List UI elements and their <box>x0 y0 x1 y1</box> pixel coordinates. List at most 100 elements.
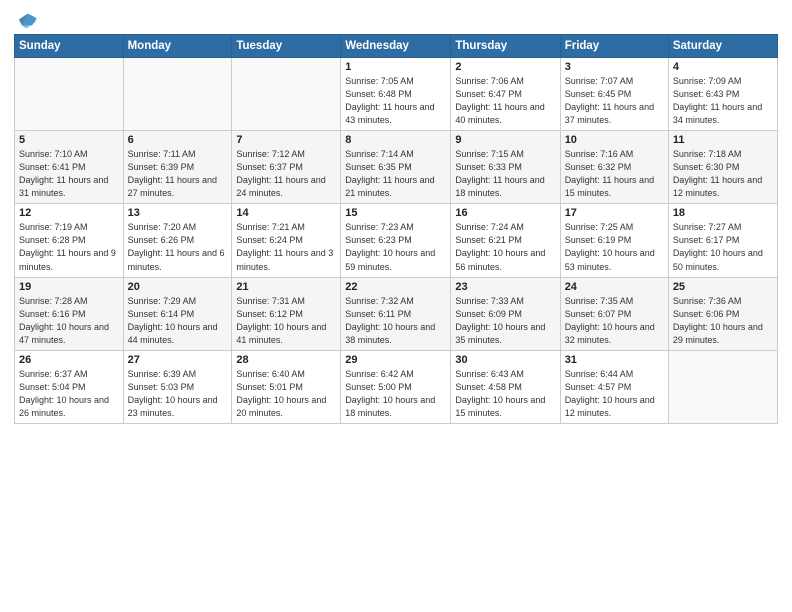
weekday-header-row: SundayMondayTuesdayWednesdayThursdayFrid… <box>15 35 778 58</box>
calendar-cell: 23 Sunrise: 7:33 AM Sunset: 6:09 PM Dayli… <box>451 277 560 350</box>
day-number: 28 <box>236 354 336 366</box>
day-info: Sunrise: 7:10 AM Sunset: 6:41 PM Dayligh… <box>19 148 119 200</box>
day-number: 2 <box>455 61 555 73</box>
day-number: 18 <box>673 207 773 219</box>
day-info: Sunrise: 7:25 AM Sunset: 6:19 PM Dayligh… <box>565 221 664 273</box>
calendar-cell: 16 Sunrise: 7:24 AM Sunset: 6:21 PM Dayli… <box>451 204 560 277</box>
day-info: Sunrise: 6:43 AM Sunset: 4:58 PM Dayligh… <box>455 368 555 420</box>
day-number: 21 <box>236 281 336 293</box>
day-info: Sunrise: 7:05 AM Sunset: 6:48 PM Dayligh… <box>345 75 446 127</box>
calendar-cell <box>232 58 341 131</box>
calendar-cell <box>15 58 124 131</box>
day-info: Sunrise: 7:27 AM Sunset: 6:17 PM Dayligh… <box>673 221 773 273</box>
calendar-cell: 11 Sunrise: 7:18 AM Sunset: 6:30 PM Dayli… <box>668 131 777 204</box>
calendar-cell: 19 Sunrise: 7:28 AM Sunset: 6:16 PM Dayli… <box>15 277 124 350</box>
day-number: 31 <box>565 354 664 366</box>
day-info: Sunrise: 7:24 AM Sunset: 6:21 PM Dayligh… <box>455 221 555 273</box>
calendar-cell: 26Sunrise: 6:37 AM Sunset: 5:04 PM Dayli… <box>15 350 124 423</box>
calendar-week-row: 5 Sunrise: 7:10 AM Sunset: 6:41 PM Daylig… <box>15 131 778 204</box>
calendar-cell: 2 Sunrise: 7:06 AM Sunset: 6:47 PM Daylig… <box>451 58 560 131</box>
calendar-cell: 15 Sunrise: 7:23 AM Sunset: 6:23 PM Dayli… <box>341 204 451 277</box>
day-number: 15 <box>345 207 446 219</box>
calendar-cell <box>123 58 232 131</box>
day-info: Sunrise: 6:42 AM Sunset: 5:00 PM Dayligh… <box>345 368 446 420</box>
day-number: 5 <box>19 134 119 146</box>
day-number: 30 <box>455 354 555 366</box>
header <box>14 10 778 28</box>
calendar-cell <box>668 350 777 423</box>
day-number: 11 <box>673 134 773 146</box>
weekday-header-friday: Friday <box>560 35 668 58</box>
calendar-week-row: 26Sunrise: 6:37 AM Sunset: 5:04 PM Dayli… <box>15 350 778 423</box>
day-info: Sunrise: 7:18 AM Sunset: 6:30 PM Dayligh… <box>673 148 773 200</box>
day-info: Sunrise: 7:32 AM Sunset: 6:11 PM Dayligh… <box>345 295 446 347</box>
logo-icon <box>16 10 38 32</box>
weekday-header-saturday: Saturday <box>668 35 777 58</box>
day-info: Sunrise: 7:31 AM Sunset: 6:12 PM Dayligh… <box>236 295 336 347</box>
day-number: 26 <box>19 354 119 366</box>
day-info: Sunrise: 7:06 AM Sunset: 6:47 PM Dayligh… <box>455 75 555 127</box>
day-number: 25 <box>673 281 773 293</box>
calendar-table: SundayMondayTuesdayWednesdayThursdayFrid… <box>14 34 778 424</box>
calendar-cell: 1Sunrise: 7:05 AM Sunset: 6:48 PM Daylig… <box>341 58 451 131</box>
day-info: Sunrise: 7:09 AM Sunset: 6:43 PM Dayligh… <box>673 75 773 127</box>
weekday-header-tuesday: Tuesday <box>232 35 341 58</box>
day-number: 29 <box>345 354 446 366</box>
logo <box>14 10 38 28</box>
calendar-cell: 20 Sunrise: 7:29 AM Sunset: 6:14 PM Dayli… <box>123 277 232 350</box>
weekday-header-sunday: Sunday <box>15 35 124 58</box>
day-number: 27 <box>128 354 228 366</box>
day-number: 24 <box>565 281 664 293</box>
day-info: Sunrise: 7:07 AM Sunset: 6:45 PM Dayligh… <box>565 75 664 127</box>
calendar-cell: 8 Sunrise: 7:14 AM Sunset: 6:35 PM Daylig… <box>341 131 451 204</box>
calendar-cell: 24 Sunrise: 7:35 AM Sunset: 6:07 PM Dayli… <box>560 277 668 350</box>
calendar-cell: 27 Sunrise: 6:39 AM Sunset: 5:03 PM Dayli… <box>123 350 232 423</box>
calendar-cell: 4 Sunrise: 7:09 AM Sunset: 6:43 PM Daylig… <box>668 58 777 131</box>
calendar-week-row: 19 Sunrise: 7:28 AM Sunset: 6:16 PM Dayli… <box>15 277 778 350</box>
calendar-cell: 5 Sunrise: 7:10 AM Sunset: 6:41 PM Daylig… <box>15 131 124 204</box>
calendar-cell: 17Sunrise: 7:25 AM Sunset: 6:19 PM Dayli… <box>560 204 668 277</box>
day-number: 10 <box>565 134 664 146</box>
day-number: 9 <box>455 134 555 146</box>
calendar-cell: 28 Sunrise: 6:40 AM Sunset: 5:01 PM Dayli… <box>232 350 341 423</box>
calendar-cell: 29 Sunrise: 6:42 AM Sunset: 5:00 PM Dayli… <box>341 350 451 423</box>
day-info: Sunrise: 7:29 AM Sunset: 6:14 PM Dayligh… <box>128 295 228 347</box>
day-info: Sunrise: 7:35 AM Sunset: 6:07 PM Dayligh… <box>565 295 664 347</box>
day-number: 12 <box>19 207 119 219</box>
day-info: Sunrise: 7:21 AM Sunset: 6:24 PM Dayligh… <box>236 221 336 273</box>
calendar-cell: 7Sunrise: 7:12 AM Sunset: 6:37 PM Daylig… <box>232 131 341 204</box>
calendar-cell: 12 Sunrise: 7:19 AM Sunset: 6:28 PM Dayli… <box>15 204 124 277</box>
calendar-cell: 10 Sunrise: 7:16 AM Sunset: 6:32 PM Dayli… <box>560 131 668 204</box>
day-info: Sunrise: 7:28 AM Sunset: 6:16 PM Dayligh… <box>19 295 119 347</box>
day-info: Sunrise: 7:23 AM Sunset: 6:23 PM Dayligh… <box>345 221 446 273</box>
calendar-cell: 30 Sunrise: 6:43 AM Sunset: 4:58 PM Dayli… <box>451 350 560 423</box>
day-number: 13 <box>128 207 228 219</box>
day-info: Sunrise: 7:20 AM Sunset: 6:26 PM Dayligh… <box>128 221 228 273</box>
day-info: Sunrise: 7:33 AM Sunset: 6:09 PM Dayligh… <box>455 295 555 347</box>
day-number: 7 <box>236 134 336 146</box>
day-number: 8 <box>345 134 446 146</box>
day-info: Sunrise: 6:39 AM Sunset: 5:03 PM Dayligh… <box>128 368 228 420</box>
day-info: Sunrise: 7:14 AM Sunset: 6:35 PM Dayligh… <box>345 148 446 200</box>
day-number: 4 <box>673 61 773 73</box>
weekday-header-thursday: Thursday <box>451 35 560 58</box>
calendar-week-row: 1Sunrise: 7:05 AM Sunset: 6:48 PM Daylig… <box>15 58 778 131</box>
day-info: Sunrise: 7:36 AM Sunset: 6:06 PM Dayligh… <box>673 295 773 347</box>
day-info: Sunrise: 6:44 AM Sunset: 4:57 PM Dayligh… <box>565 368 664 420</box>
calendar-cell: 18 Sunrise: 7:27 AM Sunset: 6:17 PM Dayli… <box>668 204 777 277</box>
day-number: 20 <box>128 281 228 293</box>
day-info: Sunrise: 6:40 AM Sunset: 5:01 PM Dayligh… <box>236 368 336 420</box>
calendar-cell: 3 Sunrise: 7:07 AM Sunset: 6:45 PM Daylig… <box>560 58 668 131</box>
calendar-cell: 13 Sunrise: 7:20 AM Sunset: 6:26 PM Dayli… <box>123 204 232 277</box>
day-info: Sunrise: 7:19 AM Sunset: 6:28 PM Dayligh… <box>19 221 119 273</box>
day-number: 16 <box>455 207 555 219</box>
day-number: 23 <box>455 281 555 293</box>
weekday-header-wednesday: Wednesday <box>341 35 451 58</box>
day-number: 3 <box>565 61 664 73</box>
day-number: 19 <box>19 281 119 293</box>
calendar-cell: 25 Sunrise: 7:36 AM Sunset: 6:06 PM Dayli… <box>668 277 777 350</box>
page-container: SundayMondayTuesdayWednesdayThursdayFrid… <box>0 0 792 612</box>
day-info: Sunrise: 7:15 AM Sunset: 6:33 PM Dayligh… <box>455 148 555 200</box>
day-info: Sunrise: 7:16 AM Sunset: 6:32 PM Dayligh… <box>565 148 664 200</box>
calendar-cell: 21 Sunrise: 7:31 AM Sunset: 6:12 PM Dayli… <box>232 277 341 350</box>
